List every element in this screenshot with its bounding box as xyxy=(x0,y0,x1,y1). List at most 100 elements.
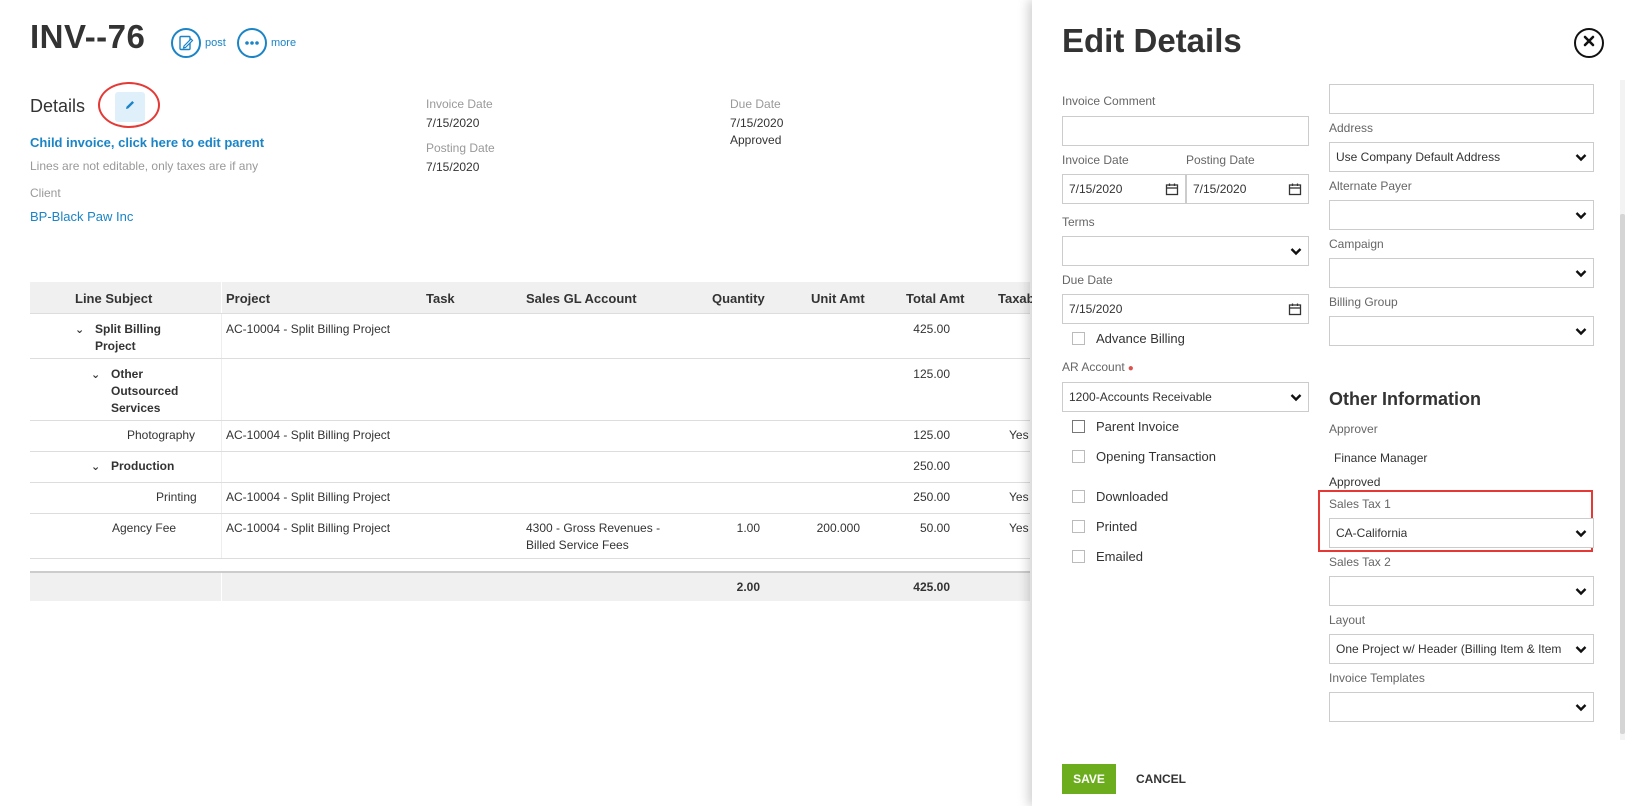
chevron-down-icon xyxy=(1575,646,1587,654)
advance-billing-label: Advance Billing xyxy=(1096,331,1185,346)
table-row[interactable]: Agency Fee AC-10004 - Split Billing Proj… xyxy=(30,514,1030,559)
line-sales-gl: 4300 - Gross Revenues - Billed Service F… xyxy=(526,521,661,552)
close-icon xyxy=(1582,34,1596,53)
alternate-payer-label: Alternate Payer xyxy=(1329,179,1412,193)
line-subject: Agency Fee xyxy=(112,521,177,535)
col-unit-amt[interactable]: Unit Amt xyxy=(811,291,865,306)
close-button[interactable] xyxy=(1574,28,1604,58)
cancel-button[interactable]: CANCEL xyxy=(1136,772,1186,786)
line-project: AC-10004 - Split Billing Project xyxy=(226,322,391,336)
posting-date-value: 7/15/2020 xyxy=(426,160,480,174)
table-row[interactable]: ⌄ Other Outsourced Services 125.00 xyxy=(30,359,1030,421)
parent-invoice-label: Parent Invoice xyxy=(1096,419,1180,434)
printed-checkbox[interactable]: Printed xyxy=(1072,519,1137,534)
line-total: 425.00 xyxy=(913,322,950,336)
chevron-down-icon: ⌄ xyxy=(91,461,101,473)
line-project: AC-10004 - Split Billing Project xyxy=(226,428,391,442)
emailed-label: Emailed xyxy=(1096,549,1143,564)
calendar-icon[interactable] xyxy=(1165,182,1179,196)
advance-billing-checkbox[interactable]: Advance Billing xyxy=(1072,331,1185,346)
ar-account-label: AR Account ● xyxy=(1062,360,1134,374)
col-task[interactable]: Task xyxy=(426,291,455,306)
due-date-input[interactable]: 7/15/2020 xyxy=(1062,294,1309,324)
address-value: Use Company Default Address xyxy=(1336,150,1501,164)
downloaded-label: Downloaded xyxy=(1096,489,1169,504)
posting-date-input[interactable]: 7/15/2020 xyxy=(1186,174,1309,204)
edit-document-icon xyxy=(171,28,201,58)
col-total-amt[interactable]: Total Amt xyxy=(906,291,965,306)
downloaded-checkbox[interactable]: Downloaded xyxy=(1072,489,1168,504)
post-label[interactable]: post xyxy=(205,37,226,49)
opening-transaction-label: Opening Transaction xyxy=(1096,449,1216,464)
more-dots-icon xyxy=(237,28,267,58)
invoice-date-input[interactable]: 7/15/2020 xyxy=(1062,174,1186,204)
due-date-label: Due Date xyxy=(730,97,781,111)
approver-label: Approver xyxy=(1329,422,1378,436)
table-row[interactable]: ⌄ Production 250.00 xyxy=(30,452,1030,483)
client-label: Client xyxy=(30,186,61,200)
parent-invoice-checkbox[interactable]: Parent Invoice xyxy=(1072,419,1179,434)
row-expand-toggle[interactable]: ⌄ xyxy=(75,321,89,339)
scrollbar-thumb[interactable] xyxy=(1620,214,1625,734)
calendar-icon[interactable] xyxy=(1288,182,1302,196)
more-action[interactable]: more xyxy=(237,28,296,58)
sales-tax-2-select[interactable] xyxy=(1329,576,1594,606)
chevron-down-icon xyxy=(1575,530,1587,538)
line-total: 250.00 xyxy=(913,459,950,473)
opening-transaction-checkbox[interactable]: Opening Transaction xyxy=(1072,449,1216,464)
save-button[interactable]: SAVE xyxy=(1062,764,1116,794)
emailed-checkbox[interactable]: Emailed xyxy=(1072,549,1143,564)
terms-select[interactable] xyxy=(1062,236,1309,266)
address-select[interactable]: Use Company Default Address xyxy=(1329,142,1594,172)
col-taxable[interactable]: Taxab xyxy=(998,291,1035,306)
posting-date-value: 7/15/2020 xyxy=(1193,182,1247,196)
address-label: Address xyxy=(1329,121,1374,135)
terms-label: Terms xyxy=(1062,215,1095,229)
col-quantity[interactable]: Quantity xyxy=(712,291,765,306)
approver-value: Finance Manager xyxy=(1334,451,1428,465)
invoice-date-value: 7/15/2020 xyxy=(1069,182,1123,196)
invoice-comment-input[interactable] xyxy=(1062,116,1309,146)
more-label[interactable]: more xyxy=(271,37,296,49)
status-value: Approved xyxy=(730,133,782,147)
lines-note: Lines are not editable, only taxes are i… xyxy=(30,159,259,173)
top-cut-input[interactable] xyxy=(1329,84,1594,114)
table-row[interactable]: ⌄ Split Billing Project AC-10004 - Split… xyxy=(30,314,1030,359)
line-taxable: Yes xyxy=(1009,428,1029,442)
invoice-date-label: Invoice Date xyxy=(1062,153,1129,167)
table-row[interactable]: Photography AC-10004 - Split Billing Pro… xyxy=(30,421,1030,452)
chevron-down-icon xyxy=(1290,394,1302,402)
campaign-select[interactable] xyxy=(1329,258,1594,288)
table-row[interactable]: Printing AC-10004 - Split Billing Projec… xyxy=(30,483,1030,514)
client-link[interactable]: BP-Black Paw Inc xyxy=(30,209,133,224)
sales-tax-1-select[interactable]: CA-California xyxy=(1329,518,1594,548)
line-total: 250.00 xyxy=(913,490,950,504)
footer-total: 425.00 xyxy=(913,580,950,594)
row-expand-toggle[interactable]: ⌄ xyxy=(91,458,105,476)
invoice-templates-select[interactable] xyxy=(1329,692,1594,722)
line-subject: Photography xyxy=(127,428,196,442)
col-project[interactable]: Project xyxy=(226,291,270,306)
calendar-icon[interactable] xyxy=(1288,302,1302,316)
panel-title: Edit Details xyxy=(1062,22,1242,59)
ar-account-select[interactable]: 1200-Accounts Receivable xyxy=(1062,382,1309,412)
layout-select[interactable]: One Project w/ Header (Billing Item & It… xyxy=(1329,634,1594,664)
details-heading: Details xyxy=(30,96,86,116)
campaign-label: Campaign xyxy=(1329,237,1384,251)
layout-label: Layout xyxy=(1329,613,1366,627)
billing-group-select[interactable] xyxy=(1329,316,1594,346)
col-sales-gl[interactable]: Sales GL Account xyxy=(526,291,637,306)
line-subject: Other Outsourced Services xyxy=(111,367,179,415)
highlight-oval xyxy=(98,82,160,128)
billing-group-label: Billing Group xyxy=(1329,295,1398,309)
due-date-value: 7/15/2020 xyxy=(730,116,784,130)
invoice-date-label: Invoice Date xyxy=(426,97,493,111)
row-expand-toggle[interactable]: ⌄ xyxy=(91,366,105,384)
post-action[interactable]: post xyxy=(171,28,226,58)
due-date-value: 7/15/2020 xyxy=(1069,302,1123,316)
invoice-templates-label: Invoice Templates xyxy=(1329,671,1425,685)
alternate-payer-select[interactable] xyxy=(1329,200,1594,230)
col-line-subject[interactable]: Line Subject xyxy=(75,291,152,306)
line-quantity: 1.00 xyxy=(736,521,760,535)
edit-parent-link[interactable]: Child invoice, click here to edit parent xyxy=(30,135,264,150)
